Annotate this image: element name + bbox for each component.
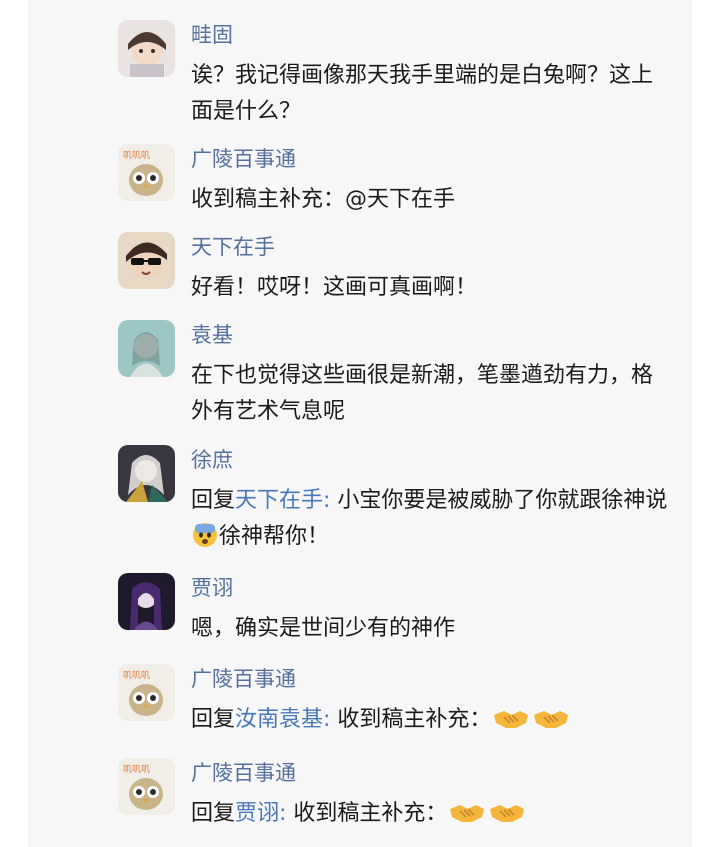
comment-text: 回复贾诩: 收到稿主补充： (191, 796, 671, 837)
avatar[interactable]: 叽叽叽 (118, 758, 175, 815)
author-name[interactable]: 畦固 (191, 20, 233, 50)
svg-text:叽叽叽: 叽叽叽 (123, 764, 150, 775)
comment-text-part: 收到稿主补充： (330, 707, 492, 732)
svg-text:叽叽叽: 叽叽叽 (123, 670, 150, 681)
avatar[interactable] (118, 573, 175, 630)
reply-label: 回复 (191, 801, 236, 826)
avatar[interactable] (118, 20, 175, 77)
author-name[interactable]: 贾诩 (191, 573, 233, 603)
comment-text: 收到稿主补充：@天下在手 (191, 187, 456, 212)
avatar[interactable]: 叽叽叽 (118, 664, 175, 721)
comment-text-part: 徐神帮你！ (219, 524, 330, 549)
comment-text-part: 收到稿主补充： (286, 801, 448, 826)
mention-link[interactable]: 汝南袁基: (235, 707, 330, 732)
avatar[interactable] (118, 445, 175, 502)
comment-text: 回复天下在手: 小宝你要是被威胁了你就跟徐神说徐神帮你！ (191, 483, 671, 560)
author-name[interactable]: 袁基 (191, 320, 233, 350)
comment-text: 在下也觉得这些画很是新潮，笔墨遒劲有力，格外有艺术气息呢 (191, 363, 654, 424)
author-name[interactable]: 徐庶 (191, 445, 233, 475)
avatar[interactable] (118, 232, 175, 289)
comment-text: 诶？我记得画像那天我手里端的是白兔啊？这上面是什么？ (191, 63, 654, 124)
avatar[interactable]: 叽叽叽 (118, 144, 175, 201)
handshake-icon (448, 801, 486, 837)
comment-text: 回复汝南袁基: 收到稿主补充： (191, 702, 671, 743)
author-name[interactable]: 广陵百事通 (191, 144, 296, 174)
mention-link[interactable]: 贾诩: (235, 801, 286, 826)
comment-text-part: 小宝你要是被威胁了你就跟徐神说 (330, 488, 668, 513)
mention-link[interactable]: 天下在手: (235, 488, 330, 513)
comment-text: 好看！哎呀！这画可真画啊！ (191, 275, 478, 300)
handshake-icon (488, 801, 526, 837)
handshake-icon (532, 707, 570, 743)
fearful-face-icon (192, 522, 218, 560)
author-name[interactable]: 广陵百事通 (191, 664, 296, 694)
comment-text: 嗯，确实是世间少有的神作 (191, 616, 456, 641)
handshake-icon (492, 707, 530, 743)
reply-label: 回复 (191, 488, 236, 513)
svg-text:叽叽叽: 叽叽叽 (123, 150, 150, 161)
reply-label: 回复 (191, 707, 236, 732)
comment-panel: 畦固 诶？我记得画像那天我手里端的是白兔啊？这上面是什么？ 叽叽叽 广陵百事通 … (28, 0, 692, 847)
author-name[interactable]: 天下在手 (191, 232, 275, 262)
author-name[interactable]: 广陵百事通 (191, 758, 296, 788)
avatar[interactable] (118, 320, 175, 377)
